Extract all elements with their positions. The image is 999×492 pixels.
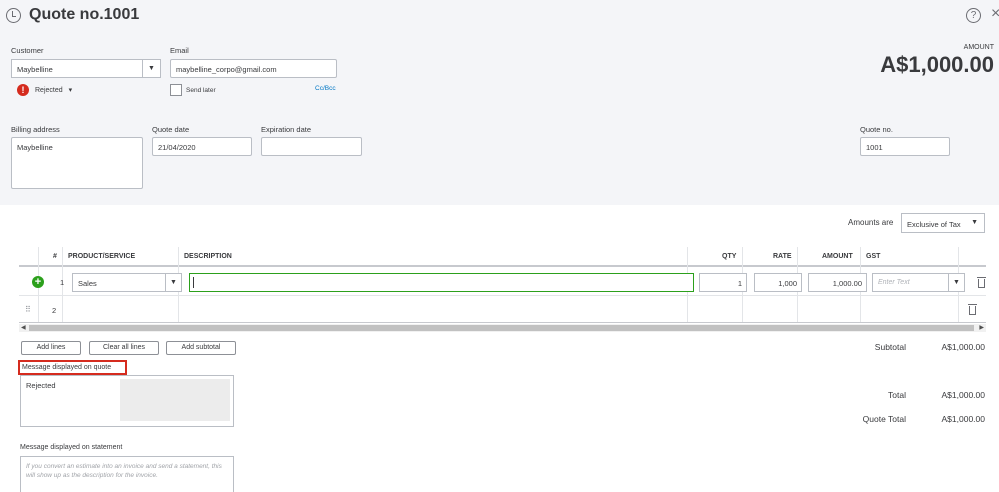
description-input[interactable] bbox=[189, 273, 694, 292]
total-label: Total bbox=[888, 390, 906, 400]
amount-input[interactable]: 1,000.00 bbox=[808, 273, 867, 292]
row-number: 1 bbox=[60, 278, 65, 287]
title-row: Quote no.1001 bbox=[6, 6, 139, 24]
quote-no-label: Quote no. bbox=[860, 125, 893, 134]
send-later-label: Send later bbox=[186, 87, 216, 94]
scroll-right-icon[interactable]: ▶ bbox=[979, 324, 984, 332]
customer-value: Maybelline bbox=[17, 65, 53, 74]
qty-input[interactable]: 1 bbox=[699, 273, 747, 292]
message-on-quote-field[interactable]: Rejected bbox=[20, 375, 234, 427]
clear-all-lines-button[interactable]: Clear all lines bbox=[89, 341, 159, 355]
subtotal-label: Subtotal bbox=[874, 342, 906, 352]
message-on-quote-label: Message displayed on quote bbox=[18, 360, 127, 375]
drag-handle-icon[interactable]: ⠿ bbox=[25, 305, 31, 314]
amounts-are-label: Amounts are bbox=[848, 218, 894, 227]
page-title: Quote no.1001 bbox=[29, 6, 140, 23]
expiration-date-label: Expiration date bbox=[261, 125, 312, 134]
scrollbar-thumb[interactable] bbox=[29, 325, 974, 331]
gst-placeholder: Enter Text bbox=[878, 279, 910, 286]
chevron-down-icon: ▼ bbox=[971, 219, 978, 226]
alert-icon: ! bbox=[17, 84, 29, 96]
email-field[interactable]: maybelline_corpo@gmail.com bbox=[170, 59, 337, 78]
send-later-checkbox[interactable] bbox=[170, 84, 182, 96]
text-overlay bbox=[120, 379, 230, 421]
cc-bcc-link[interactable]: Cc/Bcc bbox=[315, 85, 336, 92]
col-rate: RATE bbox=[773, 253, 792, 260]
gst-select[interactable]: Enter Text ▼ bbox=[872, 273, 965, 292]
billing-label: Billing address bbox=[11, 125, 60, 134]
message-on-quote-value: Rejected bbox=[26, 381, 56, 390]
expiration-date-field[interactable] bbox=[261, 137, 362, 156]
chevron-down-icon[interactable]: ▼ bbox=[165, 274, 181, 291]
col-product: PRODUCT/SERVICE bbox=[68, 253, 136, 260]
product-select[interactable]: Sales ▼ bbox=[72, 273, 182, 292]
rate-input[interactable]: 1,000 bbox=[754, 273, 802, 292]
message-on-statement-label: Message displayed on statement bbox=[20, 444, 123, 451]
subtotal-value: A$1,000.00 bbox=[941, 342, 985, 352]
quote-total-label: Quote Total bbox=[862, 414, 906, 424]
add-subtotal-button[interactable]: Add subtotal bbox=[166, 341, 236, 355]
message-on-statement-field[interactable]: If you convert an estimate into an invoi… bbox=[20, 456, 234, 492]
close-icon[interactable]: × bbox=[991, 6, 999, 22]
caret-down-icon: ▾ bbox=[68, 87, 73, 94]
row-number: 2 bbox=[52, 306, 57, 315]
quote-total-value: A$1,000.00 bbox=[941, 414, 985, 424]
billing-address-field[interactable]: Maybelline bbox=[11, 137, 143, 189]
amount-value: A$1,000.00 bbox=[880, 52, 994, 77]
horizontal-scrollbar[interactable]: ◀ ▶ bbox=[19, 324, 986, 332]
col-gst: GST bbox=[866, 253, 881, 260]
product-value: Sales bbox=[78, 279, 97, 288]
status-dropdown[interactable]: ! Rejected ▾ bbox=[17, 84, 72, 96]
email-label: Email bbox=[170, 46, 189, 55]
customer-label: Customer bbox=[11, 46, 44, 55]
table-row bbox=[19, 297, 986, 323]
total-value: A$1,000.00 bbox=[941, 390, 985, 400]
col-amount: AMOUNT bbox=[822, 253, 853, 260]
line-items-header: # PRODUCT/SERVICE DESCRIPTION QTY RATE A… bbox=[19, 247, 986, 267]
status-label: Rejected bbox=[35, 86, 63, 94]
add-lines-button[interactable]: Add lines bbox=[21, 341, 81, 355]
amounts-are-value: Exclusive of Tax bbox=[907, 220, 961, 229]
col-number: # bbox=[53, 253, 57, 260]
col-qty: QTY bbox=[722, 253, 737, 260]
quote-no-field[interactable]: 1001 bbox=[860, 137, 950, 156]
quote-date-field[interactable]: 21/04/2020 bbox=[152, 137, 252, 156]
add-row-icon[interactable]: + bbox=[32, 276, 44, 288]
amount-label: AMOUNT bbox=[963, 44, 994, 51]
delete-row-icon[interactable] bbox=[968, 304, 977, 315]
scroll-left-icon[interactable]: ◀ bbox=[21, 324, 26, 332]
customer-select[interactable]: Maybelline ▼ bbox=[11, 59, 161, 78]
col-description: DESCRIPTION bbox=[184, 253, 232, 260]
chevron-down-icon[interactable]: ▼ bbox=[948, 274, 964, 291]
quote-header bbox=[0, 0, 999, 205]
help-icon[interactable]: ? bbox=[966, 8, 981, 23]
delete-row-icon[interactable] bbox=[977, 277, 986, 288]
amounts-are-select[interactable]: Exclusive of Tax ▼ bbox=[901, 213, 985, 233]
chevron-down-icon[interactable]: ▼ bbox=[142, 60, 160, 77]
quote-date-label: Quote date bbox=[152, 125, 190, 134]
history-icon[interactable] bbox=[6, 7, 21, 23]
